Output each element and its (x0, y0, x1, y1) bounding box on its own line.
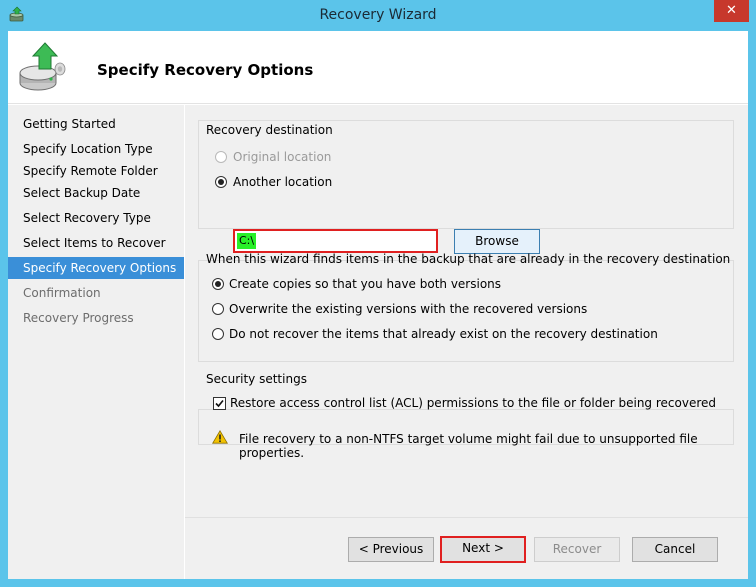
browse-button[interactable]: Browse (454, 229, 540, 254)
wizard-header: Specify Recovery Options (8, 31, 748, 104)
original-location-radio (215, 151, 227, 163)
nav-item-select-backup-date[interactable]: Select Backup Date (8, 182, 184, 204)
recovery-wizard-window: Recovery Wizard ✕ Specify Recovery Optio… (0, 0, 756, 587)
title-bar[interactable]: Recovery Wizard ✕ (0, 0, 756, 30)
ntfs-warning-text: File recovery to a non-NTFS target volum… (239, 432, 698, 460)
nav-item-select-recovery-type[interactable]: Select Recovery Type (8, 207, 184, 229)
wizard-client-area: Specify Recovery Options Getting Started… (8, 31, 748, 579)
backup-recovery-icon (19, 42, 66, 91)
original-location-label: Original location (233, 150, 332, 164)
recover-button: Recover (534, 537, 620, 562)
nav-item-specify-remote-folder[interactable]: Specify Remote Folder (8, 160, 184, 182)
checkmark-icon (215, 399, 224, 408)
destination-path-input[interactable]: C:\ (233, 229, 438, 253)
nav-item-select-items-to-recover[interactable]: Select Items to Recover (8, 232, 184, 254)
wizard-content: Recovery destination Original location A… (185, 105, 748, 579)
security-settings-label: Security settings (206, 372, 307, 386)
page-title: Specify Recovery Options (97, 61, 314, 79)
wizard-footer: < Previous Next > Recover Cancel (185, 517, 748, 579)
do-not-recover-label[interactable]: Do not recover the items that already ex… (229, 327, 658, 341)
close-button[interactable]: ✕ (714, 0, 749, 22)
nav-item-specify-recovery-options[interactable]: Specify Recovery Options (8, 257, 184, 279)
warning-icon (212, 430, 228, 444)
nav-item-confirmation: Confirmation (23, 286, 101, 300)
cancel-button[interactable]: Cancel (632, 537, 718, 562)
wizard-steps-nav: Getting Started Specify Location Type Sp… (8, 105, 184, 579)
next-button[interactable]: Next > (440, 536, 526, 563)
destination-path-value: C:\ (237, 233, 257, 249)
nav-item-getting-started[interactable]: Getting Started (8, 113, 184, 135)
another-location-radio[interactable] (215, 176, 227, 188)
previous-button[interactable]: < Previous (348, 537, 434, 562)
another-location-label[interactable]: Another location (233, 175, 332, 189)
nav-item-specify-location-type[interactable]: Specify Location Type (8, 138, 184, 160)
create-copies-radio[interactable] (212, 278, 224, 290)
overwrite-label[interactable]: Overwrite the existing versions with the… (229, 302, 587, 316)
window-title: Recovery Wizard (319, 7, 437, 23)
recovery-destination-label: Recovery destination (206, 123, 333, 137)
acl-checkbox[interactable] (213, 397, 226, 410)
acl-label[interactable]: Restore access control list (ACL) permis… (230, 396, 716, 410)
create-copies-label[interactable]: Create copies so that you have both vers… (229, 277, 501, 291)
conflict-options-label: When this wizard finds items in the back… (206, 252, 731, 266)
nav-item-recovery-progress: Recovery Progress (23, 311, 134, 325)
overwrite-radio[interactable] (212, 303, 224, 315)
do-not-recover-radio[interactable] (212, 328, 224, 340)
